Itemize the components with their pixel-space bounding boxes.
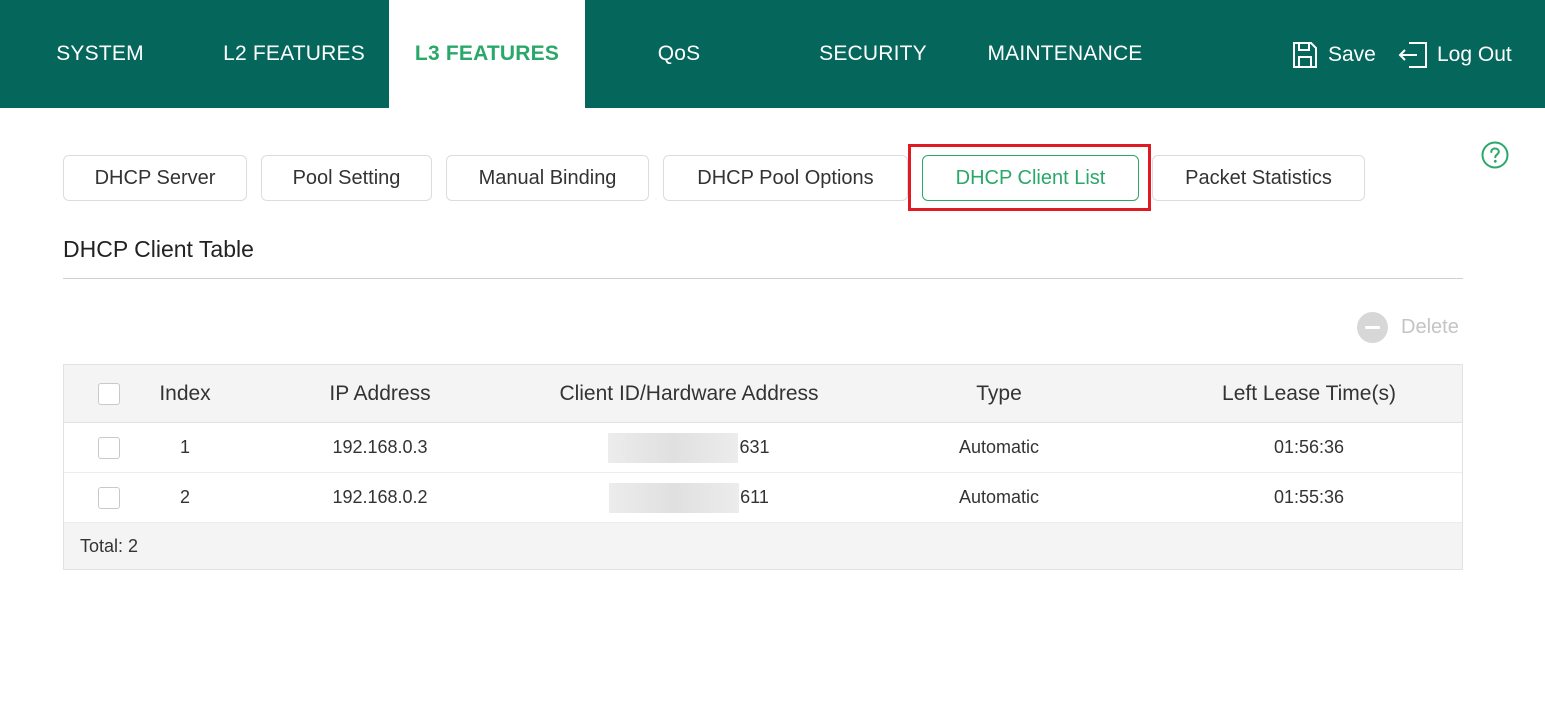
table-footer: Total: 2	[64, 523, 1462, 569]
subtab-pool-setting-label: Pool Setting	[292, 166, 401, 189]
row-select-cell	[97, 473, 121, 522]
nav-maintenance-label: MAINTENANCE	[987, 42, 1143, 65]
subtab-pool-setting[interactable]: Pool Setting	[261, 155, 432, 201]
subtab-dhcp-pool-options[interactable]: DHCP Pool Options	[663, 155, 908, 201]
nav-l2-features-label: L2 FEATURES	[223, 42, 365, 65]
subtab-dhcp-server-label: DHCP Server	[94, 166, 216, 189]
title-divider	[63, 278, 1463, 279]
table-row: 2 192.168.0.2 611 Automatic 01:55:36	[64, 473, 1462, 523]
dhcp-client-table: Index IP Address Client ID/Hardware Addr…	[63, 364, 1463, 570]
client-id-suffix: 611	[740, 487, 769, 507]
cell-client-id: 611	[604, 473, 774, 522]
top-nav-bar: SYSTEM L2 FEATURES L3 FEATURES QoS SECUR…	[0, 0, 1545, 108]
logout-icon	[1398, 42, 1427, 68]
header-index: Index	[159, 381, 211, 405]
delete-button[interactable]: Delete	[1357, 311, 1459, 343]
client-id-suffix: 631	[739, 437, 770, 457]
nav-maintenance[interactable]: MAINTENANCE	[978, 0, 1152, 108]
cell-index: 2	[179, 487, 190, 507]
cell-lease-time: 01:56:36	[1273, 437, 1345, 457]
save-button[interactable]: Save	[1290, 38, 1376, 72]
subtab-packet-statistics[interactable]: Packet Statistics	[1152, 155, 1365, 201]
cell-index: 1	[179, 437, 190, 457]
subtab-packet-statistics-label: Packet Statistics	[1185, 166, 1332, 189]
header-client-id: Client ID/Hardware Address	[559, 381, 819, 405]
subtab-dhcp-server[interactable]: DHCP Server	[63, 155, 247, 201]
save-label: Save	[1328, 43, 1376, 66]
header-lease-time: Left Lease Time(s)	[1222, 381, 1396, 405]
select-all-checkbox[interactable]	[98, 382, 120, 405]
subtab-dhcp-pool-options-label: DHCP Pool Options	[697, 166, 874, 189]
nav-qos[interactable]: QoS	[620, 0, 738, 108]
nav-l3-features[interactable]: L3 FEATURES	[389, 0, 585, 108]
cell-type: Automatic	[958, 487, 1040, 507]
redacted-block	[609, 482, 740, 513]
subtab-dhcp-client-list-label: DHCP Client List	[955, 166, 1106, 189]
row-select-cell	[97, 423, 121, 472]
save-icon	[1293, 42, 1317, 68]
table-header: Index IP Address Client ID/Hardware Addr…	[64, 365, 1462, 423]
nav-system[interactable]: SYSTEM	[38, 0, 162, 108]
subtab-dhcp-client-list[interactable]: DHCP Client List	[922, 155, 1139, 201]
nav-security-label: SECURITY	[819, 42, 927, 65]
cell-ip-address: 192.168.0.3	[332, 437, 428, 457]
logout-label: Log Out	[1437, 43, 1512, 66]
help-icon[interactable]	[1481, 141, 1509, 169]
cell-lease-time: 01:55:36	[1273, 487, 1345, 507]
redacted-block	[608, 432, 739, 463]
logout-button[interactable]: Log Out	[1397, 38, 1512, 72]
header-type: Type	[976, 381, 1022, 405]
total-count: Total: 2	[80, 535, 139, 556]
cell-ip-address: 192.168.0.2	[332, 487, 428, 507]
header-ip-address: IP Address	[329, 381, 431, 405]
minus-circle-icon	[1357, 311, 1388, 343]
select-all-cell	[97, 365, 121, 422]
nav-security[interactable]: SECURITY	[800, 0, 946, 108]
table-row: 1 192.168.0.3 631 Automatic 01:56:36	[64, 423, 1462, 473]
nav-qos-label: QoS	[657, 42, 701, 65]
nav-l3-features-label: L3 FEATURES	[414, 42, 560, 65]
cell-client-id: 631	[604, 423, 774, 472]
nav-l2-features[interactable]: L2 FEATURES	[200, 0, 388, 108]
delete-label: Delete	[1401, 315, 1459, 338]
row-checkbox[interactable]	[98, 436, 120, 459]
cell-type: Automatic	[958, 437, 1040, 457]
nav-system-label: SYSTEM	[56, 42, 144, 65]
row-checkbox[interactable]	[98, 486, 120, 509]
subtab-manual-binding-label: Manual Binding	[478, 166, 617, 189]
subtab-manual-binding[interactable]: Manual Binding	[446, 155, 649, 201]
page-title: DHCP Client Table	[63, 236, 254, 262]
